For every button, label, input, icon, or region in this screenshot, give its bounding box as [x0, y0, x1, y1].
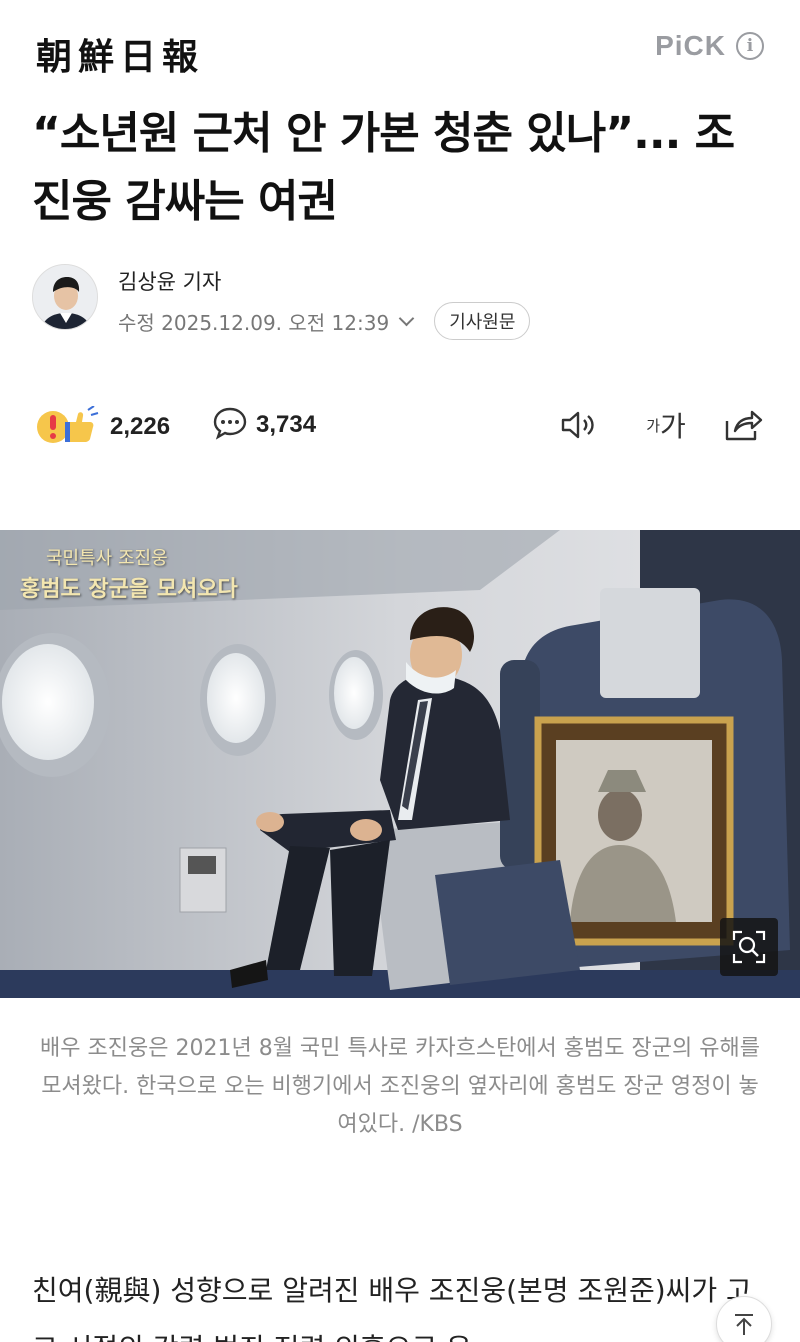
pick-badge[interactable]: PiCK i [655, 30, 764, 62]
comment-count: 3,734 [256, 411, 317, 438]
pick-label: PiCK [655, 30, 726, 61]
broadcast-overlay-title: 국민특사 조진웅 홍범도 장군을 모셔오다 [20, 548, 238, 602]
info-icon[interactable]: i [736, 32, 764, 60]
comment-button[interactable]: 3,734 [212, 406, 316, 444]
arrow-up-icon [735, 1314, 753, 1335]
speaker-icon[interactable] [558, 404, 600, 446]
article-body-paragraph: 친여(親與) 성향으로 알려진 배우 조진웅(본명 조원준)씨가 고교 시절의 … [32, 1274, 752, 1342]
author-name[interactable]: 김상윤 기자 [118, 266, 221, 296]
meta-row: 수정 2025.12.09. 오전 12:39 기사원문 [118, 302, 531, 340]
publisher-logo[interactable]: 朝鮮日報 [36, 28, 204, 80]
author-avatar[interactable] [32, 264, 98, 330]
byline: 김상윤 기자 수정 2025.12.09. 오전 12:39 기사원문 [32, 262, 772, 352]
photo-caption: 배우 조진웅은 2021년 8월 국민 특사로 카자흐스탄에서 홍범도 장군의 … [40, 1036, 760, 1137]
original-article-button[interactable]: 기사원문 [434, 302, 531, 340]
comment-bubble-icon [212, 406, 248, 444]
reaction-button[interactable]: 2,226 [36, 405, 171, 448]
top-bar: 朝鮮日報 PiCK i [0, 0, 800, 95]
share-icon[interactable] [722, 404, 764, 446]
font-size-button[interactable]: 가가 [640, 404, 692, 446]
chevron-down-icon[interactable] [398, 310, 415, 326]
article-photo[interactable]: 국민특사 조진웅 홍범도 장군을 모셔오다 [0, 530, 800, 998]
emoji-reaction-icon [36, 405, 100, 448]
zoom-icon[interactable] [720, 918, 778, 976]
reaction-count: 2,226 [110, 413, 171, 440]
timestamp: 수정 2025.12.09. 오전 12:39 [118, 310, 390, 335]
action-bar: 2,226 3,734 가가 [36, 400, 766, 456]
article-headline: “소년원 근처 안 가본 청춘 있나”... 조진웅 감싸는 여권 [32, 108, 735, 227]
